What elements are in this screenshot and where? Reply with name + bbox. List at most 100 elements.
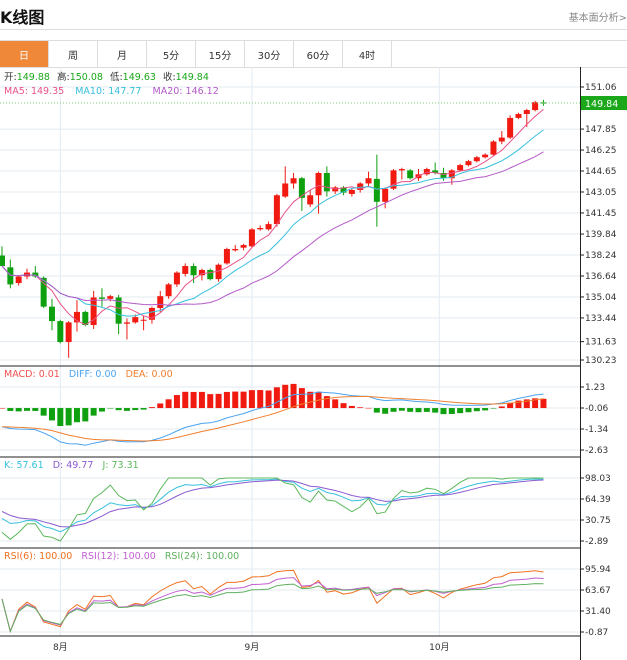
macd-bar bbox=[398, 408, 405, 411]
tick-label: 130.23 bbox=[585, 356, 617, 366]
candle-body bbox=[232, 248, 239, 251]
macd-bar bbox=[382, 408, 389, 414]
tick-label: 133.44 bbox=[585, 314, 617, 324]
candle-body bbox=[157, 296, 164, 308]
ma-info: MA5: 149.35 MA10: 147.77 MA20: 146.12 bbox=[4, 86, 219, 97]
macd-bar bbox=[107, 408, 114, 409]
tick-label: -2.89 bbox=[585, 537, 609, 547]
tick-label: 151.06 bbox=[585, 83, 617, 93]
macd-bar bbox=[407, 408, 414, 412]
candle-body bbox=[290, 178, 297, 184]
month-label: 10月 bbox=[429, 642, 449, 653]
candle-body bbox=[240, 245, 247, 248]
rsi24-value: RSI(24): 100.00 bbox=[165, 551, 239, 562]
k-value: K: 57.61 bbox=[4, 460, 44, 471]
candle-body bbox=[132, 317, 139, 323]
tick-label: -0.06 bbox=[585, 404, 609, 414]
macd-bar bbox=[448, 408, 455, 414]
candle-body bbox=[7, 267, 14, 285]
candle-body bbox=[523, 110, 530, 114]
candle-body bbox=[482, 154, 489, 158]
macd-bar bbox=[465, 408, 472, 413]
macd-bar bbox=[207, 394, 214, 409]
tick-label: 63.67 bbox=[585, 586, 611, 596]
candle-body bbox=[248, 229, 255, 247]
close-value: 149.84 bbox=[176, 72, 209, 83]
macd-bar bbox=[0, 408, 5, 409]
macd-bar bbox=[32, 408, 39, 411]
tick-label: 143.05 bbox=[585, 188, 617, 198]
macd-bar bbox=[490, 408, 497, 409]
open-value: 149.88 bbox=[17, 72, 50, 83]
rsi12-value: RSI(12): 100.00 bbox=[81, 551, 155, 562]
rsi-info: RSI(6): 100.00 RSI(12): 100.00 RSI(24): … bbox=[4, 551, 239, 562]
tick-label: 141.45 bbox=[585, 209, 617, 219]
macd-bar bbox=[498, 406, 505, 409]
macd-bar bbox=[348, 405, 355, 409]
candle-body bbox=[123, 322, 130, 324]
macd-bar bbox=[240, 391, 247, 409]
candle-body bbox=[490, 141, 497, 155]
tick-label: 31.40 bbox=[585, 607, 611, 617]
ma10-value: MA10: 147.77 bbox=[75, 86, 141, 97]
j-value: J: 73.31 bbox=[101, 460, 138, 471]
macd-bar bbox=[65, 408, 72, 426]
tick-label: 95.94 bbox=[585, 565, 611, 575]
kdj-info: K: 57.61 D: 49.77 J: 73.31 bbox=[4, 460, 139, 471]
macd-bar bbox=[48, 408, 55, 421]
macd-bar bbox=[40, 408, 47, 416]
macd-bar bbox=[90, 408, 97, 416]
tick-label: 144.65 bbox=[585, 167, 617, 177]
candle-body bbox=[473, 157, 480, 162]
macd-bar bbox=[440, 408, 447, 415]
candle-body bbox=[223, 248, 230, 264]
candle-body bbox=[407, 170, 414, 179]
dea-value: DEA: 0.00 bbox=[126, 369, 173, 380]
macd-bar bbox=[173, 395, 180, 409]
high-label: 高: bbox=[57, 71, 70, 83]
macd-bar bbox=[232, 391, 239, 409]
macd-bar bbox=[157, 403, 164, 409]
macd-bar bbox=[257, 390, 264, 409]
macd-bar bbox=[182, 391, 189, 409]
tick-label: -2.63 bbox=[585, 446, 608, 456]
macd-bar bbox=[140, 408, 147, 410]
candle-body bbox=[207, 269, 214, 280]
macd-bar bbox=[123, 408, 130, 411]
low-label: 低: bbox=[110, 71, 123, 83]
candle-body bbox=[265, 224, 272, 230]
tick-label: -1.34 bbox=[585, 425, 609, 435]
candle-body bbox=[348, 190, 355, 194]
tick-label: 30.75 bbox=[585, 516, 611, 526]
macd-bar bbox=[15, 408, 22, 412]
macd-bar bbox=[332, 399, 339, 409]
low-value: 149.63 bbox=[123, 72, 156, 83]
macd-bar bbox=[82, 408, 89, 422]
candle-body bbox=[498, 137, 505, 142]
macd-bar bbox=[57, 408, 64, 427]
macd-bar bbox=[198, 391, 205, 409]
rsi6-value: RSI(6): 100.00 bbox=[4, 551, 72, 562]
candle-body bbox=[0, 255, 5, 267]
ma10-line bbox=[1, 129, 544, 317]
candle-body bbox=[315, 172, 322, 196]
tick-label: 138.24 bbox=[585, 251, 617, 261]
macd-bar bbox=[282, 384, 289, 409]
rsi12-line bbox=[1, 577, 544, 633]
month-label: 8月 bbox=[53, 642, 68, 653]
close-label: 收: bbox=[163, 71, 176, 83]
candle-body bbox=[98, 297, 105, 299]
rsi24-line bbox=[1, 583, 544, 633]
candle-body bbox=[282, 183, 289, 197]
tick-label: -0.87 bbox=[585, 628, 608, 638]
macd-info: MACD: 0.01 DIFF: 0.00 DEA: 0.00 bbox=[4, 369, 173, 380]
diff-value: DIFF: 0.00 bbox=[69, 369, 117, 380]
macd-bar bbox=[423, 408, 430, 412]
candle-body bbox=[465, 161, 472, 166]
macd-bar bbox=[132, 408, 139, 411]
macd-bar bbox=[415, 408, 422, 413]
kline-chart[interactable]: 8月 9月 10月 151.06 147.85 146.25 144.65 143.05 141… bbox=[0, 0, 627, 660]
macd-bar bbox=[7, 408, 14, 411]
rsi6-line bbox=[1, 569, 544, 634]
tick-label: 136.64 bbox=[585, 272, 617, 282]
